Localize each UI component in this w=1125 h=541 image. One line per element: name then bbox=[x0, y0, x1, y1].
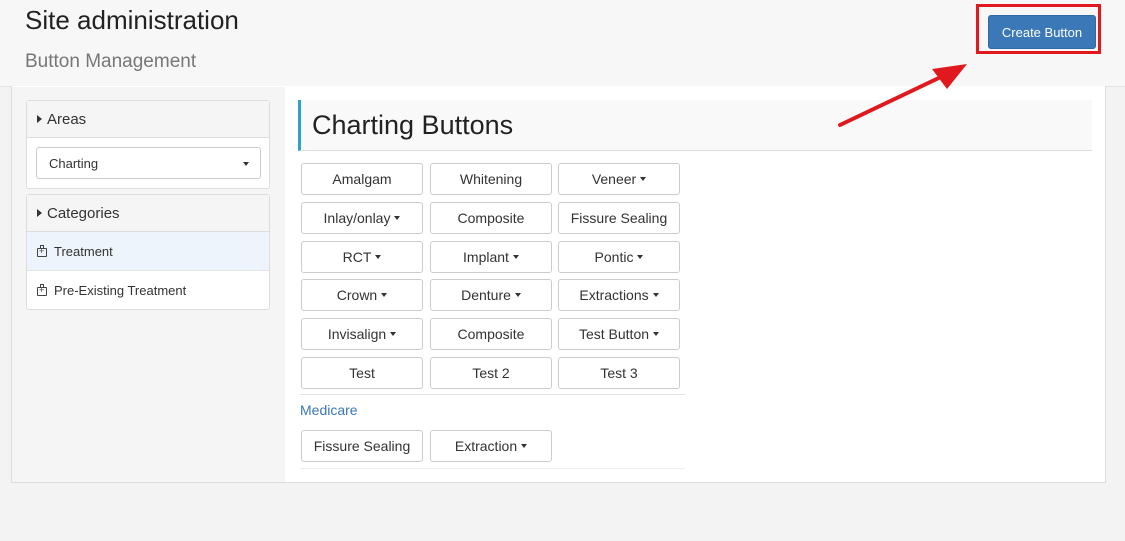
caret-down-icon bbox=[521, 444, 528, 448]
charting-button[interactable]: Implant bbox=[430, 241, 552, 273]
charting-button[interactable]: Denture bbox=[430, 279, 552, 311]
charting-button[interactable]: Whitening bbox=[430, 163, 552, 195]
areas-select-value: Charting bbox=[49, 155, 99, 171]
charting-button[interactable]: Test 3 bbox=[558, 357, 680, 389]
caret-down-icon bbox=[653, 332, 660, 336]
charting-button[interactable]: Pontic bbox=[558, 241, 680, 273]
chevron-down-icon bbox=[243, 162, 249, 166]
charting-button[interactable]: Crown bbox=[301, 279, 423, 311]
areas-title: Areas bbox=[47, 110, 87, 128]
medical-kit-icon bbox=[37, 244, 47, 257]
category-item-treatment[interactable]: Treatment bbox=[27, 232, 269, 271]
areas-header[interactable]: Areas bbox=[27, 101, 269, 138]
medicare-button[interactable]: Fissure Sealing bbox=[301, 430, 423, 462]
button-label: Amalgam bbox=[332, 171, 392, 187]
charting-button[interactable]: Inlay/onlay bbox=[301, 202, 423, 234]
page-header: Site administration Button Management bbox=[0, 0, 1125, 87]
button-label: Test Button bbox=[578, 326, 650, 342]
categories-header[interactable]: Categories bbox=[27, 195, 269, 232]
medical-kit-icon bbox=[37, 283, 47, 296]
caret-down-icon bbox=[652, 293, 659, 297]
medicare-button[interactable]: Extraction bbox=[430, 430, 552, 462]
highlight-annotation-box bbox=[976, 4, 1101, 54]
button-label: Fissure Sealing bbox=[313, 438, 411, 454]
charting-button[interactable]: Extractions bbox=[558, 279, 680, 311]
caret-down-icon bbox=[637, 255, 644, 259]
caret-down-icon bbox=[381, 293, 388, 297]
button-label: Fissure Sealing bbox=[570, 210, 668, 226]
button-label: Extractions bbox=[579, 287, 649, 303]
caret-down-icon bbox=[514, 293, 521, 297]
charting-button[interactable]: Veneer bbox=[558, 163, 680, 195]
button-label: Test 3 bbox=[600, 365, 638, 381]
charting-button[interactable]: Composite bbox=[430, 318, 552, 350]
button-label: Test 2 bbox=[472, 365, 510, 381]
categories-card: Categories Treatment Pre-Existing Treatm… bbox=[26, 194, 270, 310]
charting-button[interactable]: Invisalign bbox=[301, 318, 423, 350]
category-label: Pre-Existing Treatment bbox=[54, 282, 187, 298]
button-label: Test bbox=[349, 365, 375, 381]
page-title: Site administration bbox=[25, 5, 239, 35]
button-label: Denture bbox=[461, 287, 511, 303]
button-label: Pontic bbox=[594, 249, 634, 265]
charting-button[interactable]: Amalgam bbox=[301, 163, 423, 195]
areas-select[interactable]: Charting bbox=[36, 147, 261, 179]
divider bbox=[300, 394, 685, 395]
category-label: Treatment bbox=[54, 243, 113, 259]
button-label: Implant bbox=[463, 249, 509, 265]
charting-button[interactable]: Test 2 bbox=[430, 357, 552, 389]
button-label: Veneer bbox=[591, 171, 637, 187]
caret-down-icon bbox=[640, 177, 647, 181]
areas-card: Areas Charting bbox=[26, 100, 270, 189]
button-label: Invisalign bbox=[327, 326, 387, 342]
caret-right-icon bbox=[37, 115, 42, 123]
caret-right-icon bbox=[37, 209, 42, 217]
categories-title: Categories bbox=[47, 204, 120, 222]
button-label: RCT bbox=[342, 249, 372, 265]
charting-button[interactable]: RCT bbox=[301, 241, 423, 273]
button-label: Extraction bbox=[454, 438, 518, 454]
button-label: Whitening bbox=[459, 171, 523, 187]
caret-down-icon bbox=[390, 332, 397, 336]
medicare-heading: Medicare bbox=[300, 402, 358, 418]
charting-button[interactable]: Test Button bbox=[558, 318, 680, 350]
caret-down-icon bbox=[375, 255, 382, 259]
button-label: Composite bbox=[457, 326, 525, 342]
divider bbox=[300, 468, 685, 469]
button-label: Crown bbox=[336, 287, 378, 303]
charting-button[interactable]: Test bbox=[301, 357, 423, 389]
button-label: Inlay/onlay bbox=[323, 210, 391, 226]
page-subtitle: Button Management bbox=[25, 51, 197, 72]
section-title: Charting Buttons bbox=[298, 100, 1092, 151]
category-item-pre-existing-treatment[interactable]: Pre-Existing Treatment bbox=[27, 271, 269, 309]
button-label: Composite bbox=[457, 210, 525, 226]
caret-down-icon bbox=[512, 255, 519, 259]
caret-down-icon bbox=[394, 216, 401, 220]
charting-button[interactable]: Composite bbox=[430, 202, 552, 234]
charting-button[interactable]: Fissure Sealing bbox=[558, 202, 680, 234]
